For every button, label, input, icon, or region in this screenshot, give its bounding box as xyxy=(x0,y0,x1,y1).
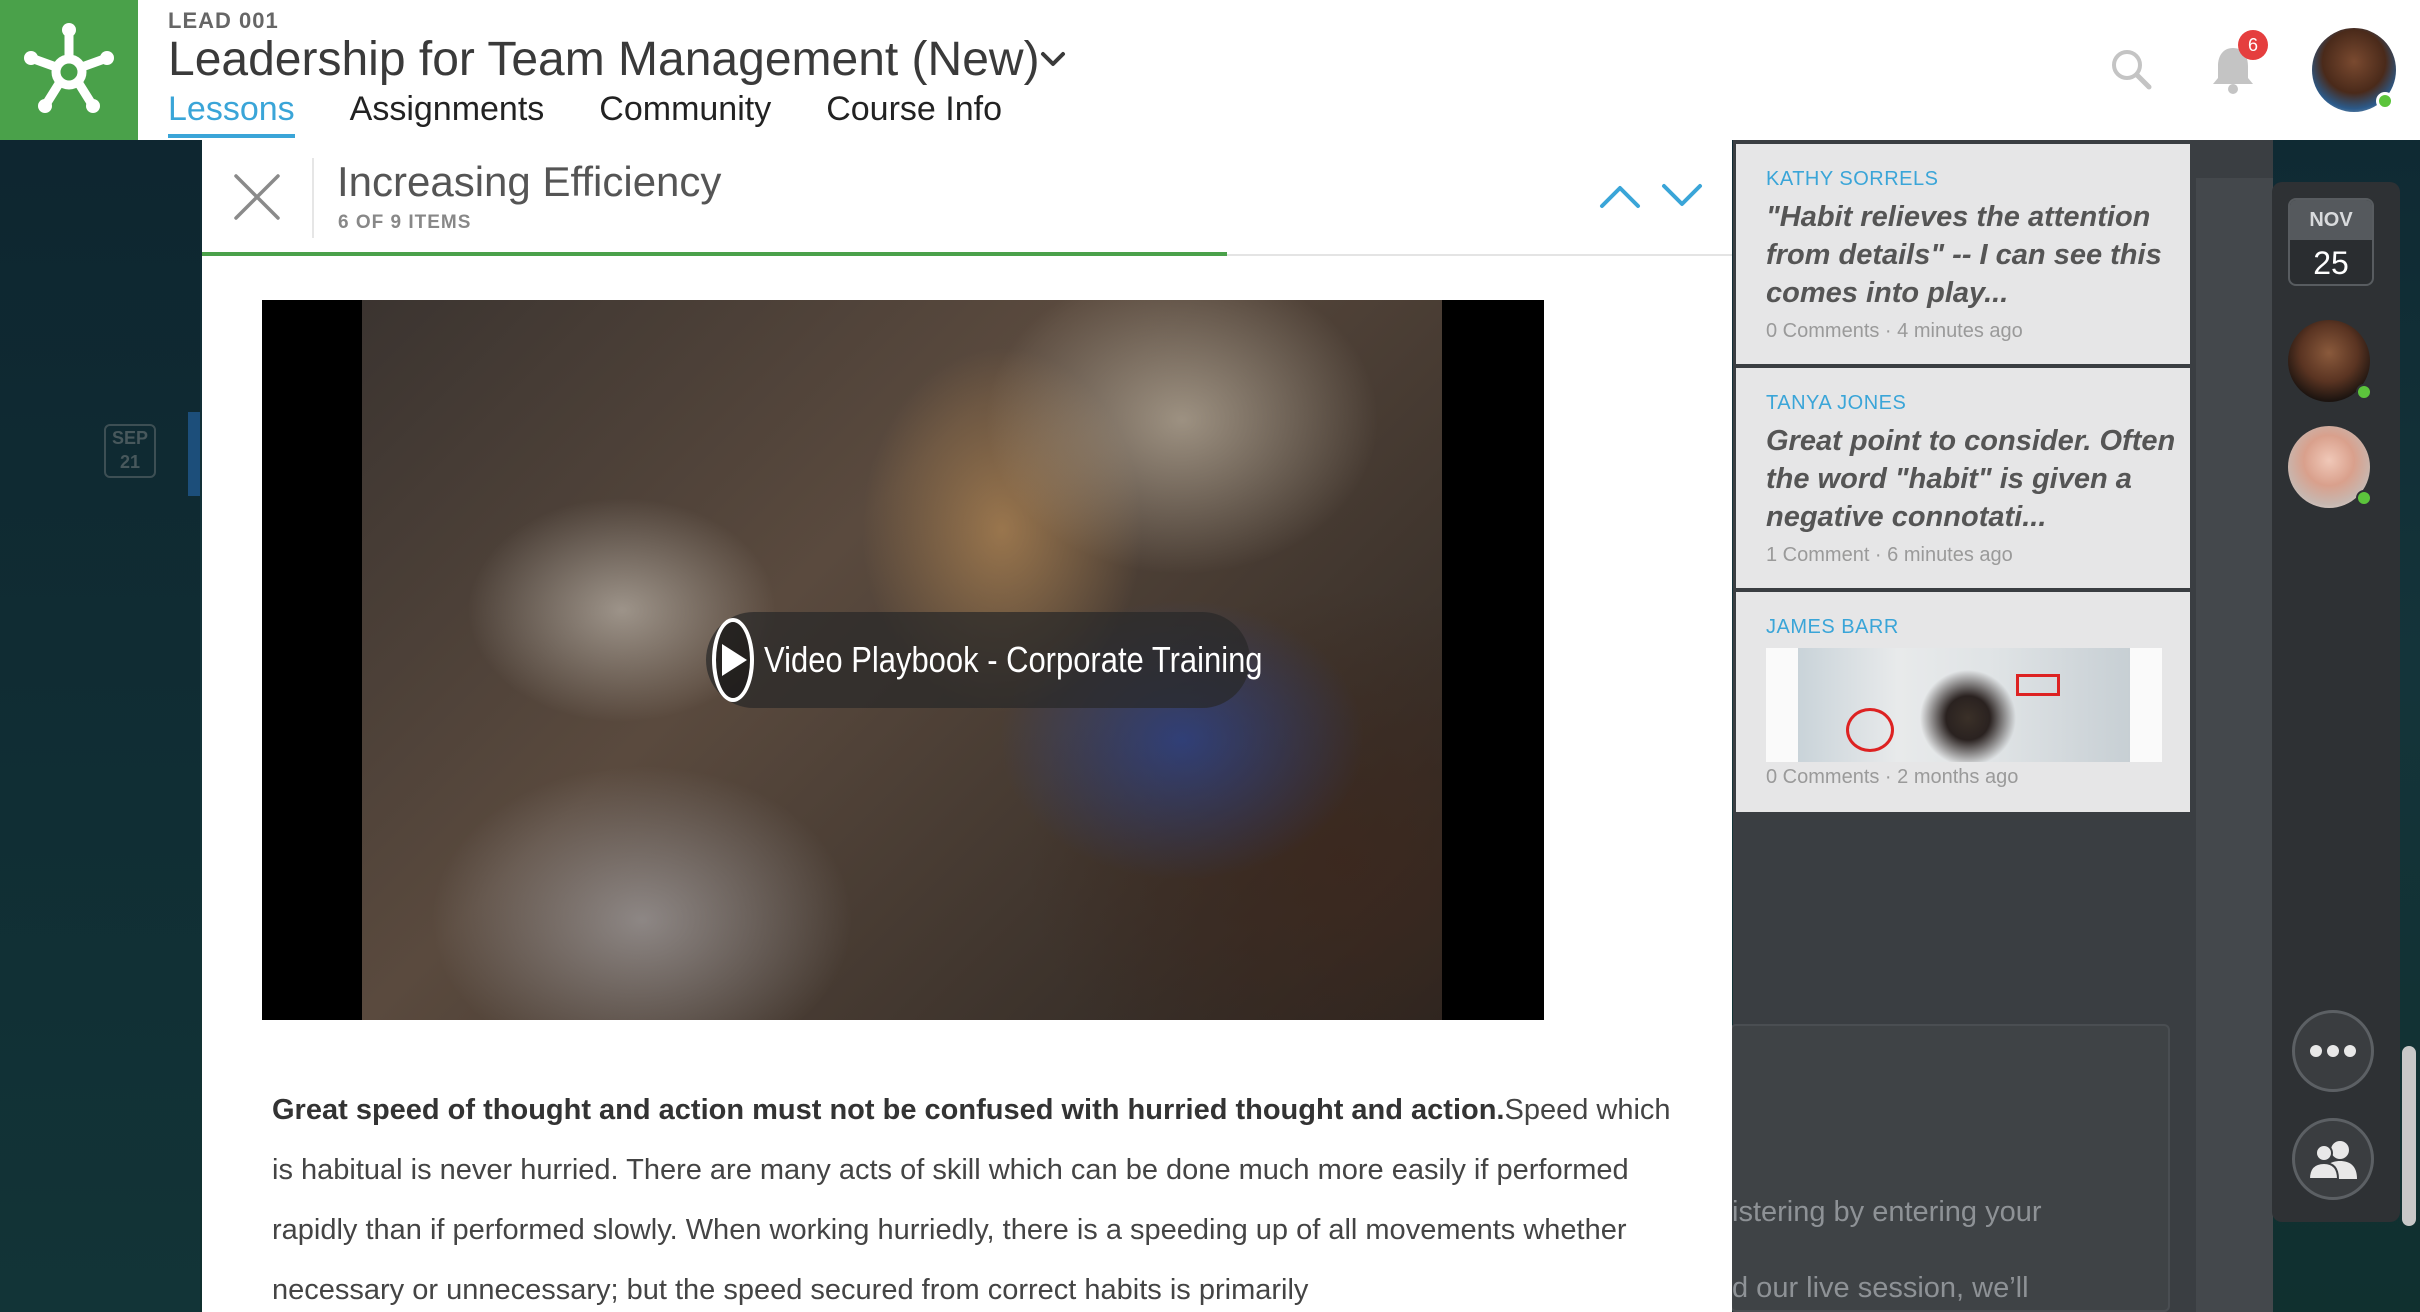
play-circle xyxy=(712,618,754,702)
tab-community[interactable]: Community xyxy=(599,90,771,138)
more-icon xyxy=(2310,1045,2356,1057)
lesson-title: Increasing Efficiency xyxy=(337,158,722,205)
more-button[interactable] xyxy=(2292,1010,2374,1092)
chevron-down-icon xyxy=(1041,52,1065,66)
comment-text: "Habit relieves the attention from detai… xyxy=(1766,201,2162,309)
video-title: Video Playbook - Corporate Training xyxy=(764,639,1263,680)
header-divider xyxy=(312,158,314,238)
backdrop-card: istering by entering your d our live ses… xyxy=(1730,1024,2170,1312)
chevron-down-icon xyxy=(1662,184,1702,206)
previous-item-button[interactable] xyxy=(1598,182,1642,215)
comment-meta: 1 Comment · 6 minutes ago xyxy=(1766,544,2013,566)
course-switcher[interactable] xyxy=(1040,50,1066,73)
tab-assignments[interactable]: Assignments xyxy=(350,90,545,138)
notification-badge: 6 xyxy=(2238,30,2268,60)
tab-course-info[interactable]: Course Info xyxy=(826,90,1002,138)
photo-markup xyxy=(2016,674,2060,696)
comment-image[interactable] xyxy=(1766,648,2162,762)
comment-text: Great point to consider. Often the word … xyxy=(1766,425,2176,533)
next-item-button[interactable] xyxy=(1660,182,1704,215)
comment-photo xyxy=(1798,648,2130,762)
people-button[interactable] xyxy=(2292,1118,2374,1200)
comment-card[interactable]: KATHY SORRELS "Habit relieves the attent… xyxy=(1736,144,2190,364)
backdrop-date-day: 21 xyxy=(119,452,141,472)
backdrop-accent-bar xyxy=(188,412,200,496)
close-button[interactable] xyxy=(232,172,282,222)
course-title[interactable]: Leadership for Team Management (New) xyxy=(168,32,1040,87)
app-logo[interactable] xyxy=(0,0,138,140)
lesson-body: Great speed of thought and action must n… xyxy=(272,1080,1672,1312)
comment-meta: 0 Comments · 4 minutes ago xyxy=(1766,320,2023,342)
lesson-panel: Increasing Efficiency 6 OF 9 ITEMS Video… xyxy=(202,140,1732,1312)
top-header: LEAD 001 Leadership for Team Management … xyxy=(0,0,2420,140)
backdrop-left-panel xyxy=(0,140,200,1312)
rail-date-badge: NOV 25 xyxy=(2288,198,2374,286)
comment-author[interactable]: JAMES BARR xyxy=(1766,616,1899,639)
lesson-header: Increasing Efficiency 6 OF 9 ITEMS xyxy=(202,140,1732,256)
comment-author[interactable]: TANYA JONES xyxy=(1766,392,1906,415)
close-icon xyxy=(234,174,280,220)
photo-markup xyxy=(1846,708,1894,752)
logo-icon xyxy=(24,23,114,113)
search-button[interactable] xyxy=(2110,48,2152,95)
backdrop-card-line-1: istering by entering your xyxy=(1732,1196,2042,1228)
online-indicator xyxy=(2356,490,2372,506)
tab-lessons[interactable]: Lessons xyxy=(168,90,295,138)
video-player[interactable]: Video Playbook - Corporate Training xyxy=(262,300,1544,1020)
people-icon xyxy=(2307,1141,2357,1179)
backdrop-date-month: SEP xyxy=(111,428,149,448)
course-code: LEAD 001 xyxy=(168,8,279,33)
comment-author[interactable]: KATHY SORRELS xyxy=(1766,168,1938,191)
chevron-up-icon xyxy=(1600,186,1640,208)
comment-time: 4 minutes ago xyxy=(1897,320,2023,342)
rail-date-day: 25 xyxy=(2313,245,2349,281)
comment-time: 2 months ago xyxy=(1897,766,2019,788)
page-scrollbar[interactable] xyxy=(2402,1046,2416,1226)
course-nav: Lessons Assignments Community Course Inf… xyxy=(168,90,1057,138)
online-indicator xyxy=(2376,92,2394,110)
comment-card[interactable]: JAMES BARR 0 Comments · 2 months ago xyxy=(1736,592,2190,812)
backdrop-right-strip xyxy=(2196,178,2273,1312)
comment-count: 1 Comment xyxy=(1766,544,1870,566)
comment-count: 0 Comments xyxy=(1766,766,1880,788)
comment-card[interactable]: TANYA JONES Great point to consider. Oft… xyxy=(1736,368,2190,588)
backdrop-card-line-2: d our live session, we’ll xyxy=(1732,1272,2029,1304)
play-icon xyxy=(722,644,747,676)
comment-meta: 0 Comments · 2 months ago xyxy=(1766,766,2019,788)
search-icon xyxy=(2112,50,2152,90)
lesson-body-lead: Great speed of thought and action must n… xyxy=(272,1094,1505,1126)
comment-time: 6 minutes ago xyxy=(1887,544,2013,566)
backdrop-date: SEP 21 xyxy=(104,424,156,478)
lesson-progress-bar xyxy=(202,252,1228,256)
lesson-item-count: 6 OF 9 ITEMS xyxy=(338,212,472,233)
comment-count: 0 Comments xyxy=(1766,320,1880,342)
rail-date-month: NOV xyxy=(2290,200,2372,240)
play-button[interactable]: Video Playbook - Corporate Training xyxy=(706,612,1263,708)
online-indicator xyxy=(2356,384,2372,400)
